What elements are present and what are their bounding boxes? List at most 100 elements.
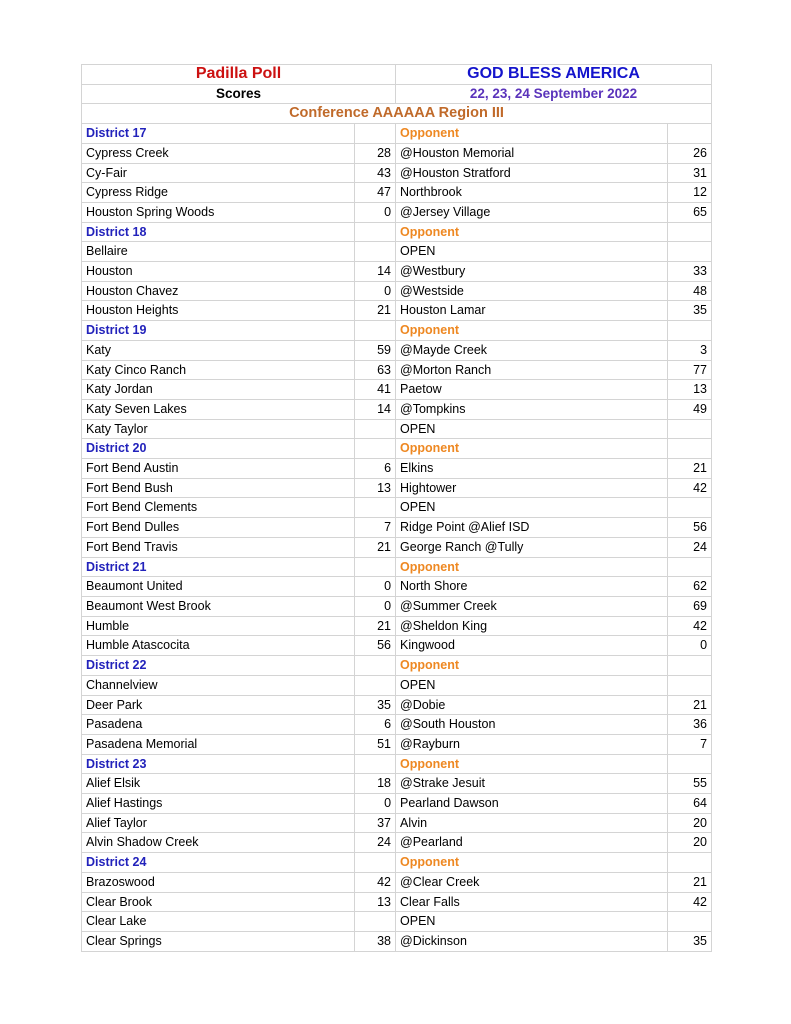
game-row: Clear Lake OPEN [81,911,713,932]
game-row: Deer Park 35 @Dobie 21 [81,694,713,716]
opponent-name: @Sheldon King [395,615,669,637]
team-score: 0 [353,793,397,814]
team-score: 0 [353,595,397,617]
district-name: District 18 [81,221,355,243]
team-score: 24 [353,832,397,854]
district-name: District 24 [81,852,355,873]
opponent-column-label: Opponent [395,852,669,873]
opponent-name: @Strake Jesuit [395,773,669,795]
district-spacer-cell [353,655,397,676]
opponent-score: 64 [667,793,713,814]
team-name: Houston [81,261,355,282]
game-row: Alief Hastings 0 Pearland Dawson 64 [81,793,713,814]
team-score [353,418,397,440]
game-row: Cy-Fair 43 @Houston Stratford 31 [81,162,713,184]
game-row: Fort Bend Dulles 7 Ridge Point @Alief ISD 5… [81,517,713,538]
team-score: 13 [353,477,397,499]
opponent-score: 20 [667,812,713,834]
conference-title: Conference AAAAAA Region III [80,103,713,125]
opponent-score: 3 [667,339,713,361]
district-spacer-cell [353,320,397,341]
team-score: 7 [353,517,397,538]
district-rows: District 17 Opponent Cypress Creek 28 @Houst… [81,123,713,952]
header-title-row: Padilla Poll GOD BLESS AMERICA [80,64,713,85]
opponent-name: @Dobie [395,694,669,716]
district-spacer-cell [667,438,713,460]
opponent-column-label: Opponent [395,123,669,144]
district-name: District 23 [81,753,355,775]
district-spacer-cell [667,123,713,144]
game-row: Bellaire OPEN [81,241,713,263]
team-score: 6 [353,714,397,735]
team-name: Cy-Fair [81,162,355,184]
scores-table-body: Padilla Poll GOD BLESS AMERICA Scores 22… [80,64,713,125]
opponent-score: 56 [667,517,713,538]
opponent-score: 35 [667,300,713,322]
team-name: Beaumont West Brook [81,595,355,617]
opponent-name: OPEN [395,911,669,932]
team-score: 21 [353,615,397,637]
team-score: 59 [353,339,397,361]
team-name: Katy Seven Lakes [81,398,355,420]
team-name: Katy [81,339,355,361]
opponent-column-label: Opponent [395,753,669,775]
opponent-score: 49 [667,398,713,420]
game-row: Fort Bend Austin 6 Elkins 21 [81,458,713,479]
team-name: Alief Hastings [81,793,355,814]
opponent-score [667,497,713,519]
opponent-column-label: Opponent [395,655,669,676]
team-score: 14 [353,261,397,282]
game-row: Humble 21 @Sheldon King 42 [81,615,713,637]
opponent-score: 69 [667,595,713,617]
header-subtitle-row: Scores 22, 23, 24 September 2022 [80,83,713,105]
opponent-score: 21 [667,458,713,479]
team-score: 35 [353,694,397,716]
opponent-name: @Dickinson [395,930,669,952]
game-row: Fort Bend Clements OPEN [81,497,713,519]
district-spacer-cell [667,221,713,243]
opponent-name: @Mayde Creek [395,339,669,361]
game-row: Clear Brook 13 Clear Falls 42 [81,891,713,913]
district-spacer-cell [667,753,713,775]
opponent-score: 20 [667,832,713,854]
opponent-name: @Tompkins [395,398,669,420]
district-header-row: District 17 Opponent [81,123,713,144]
district-spacer-cell [667,320,713,341]
opponent-score [667,241,713,263]
opponent-name: Kingwood [395,635,669,657]
team-name: Clear Springs [81,930,355,952]
game-row: Fort Bend Travis 21 George Ranch @Tully 24 [81,536,713,558]
team-score: 18 [353,773,397,795]
game-row: Alvin Shadow Creek 24 @Pearland 20 [81,832,713,854]
opponent-name: @Pearland [395,832,669,854]
game-row: Houston Heights 21 Houston Lamar 35 [81,300,713,322]
banner-title: GOD BLESS AMERICA [395,64,713,85]
opponent-name: Hightower [395,477,669,499]
opponent-column-label: Opponent [395,320,669,341]
team-score: 56 [353,635,397,657]
team-name: Clear Brook [81,891,355,913]
district-header-row: District 19 Opponent [81,320,713,341]
team-score: 37 [353,812,397,834]
team-name: Fort Bend Clements [81,497,355,519]
opponent-name: Elkins [395,458,669,479]
opponent-score: 62 [667,576,713,597]
game-row: Houston 14 @Westbury 33 [81,261,713,282]
opponent-column-label: Opponent [395,221,669,243]
district-spacer-cell [667,852,713,873]
team-name: Fort Bend Dulles [81,517,355,538]
team-name: Katy Cinco Ranch [81,359,355,381]
opponent-column-label: Opponent [395,438,669,460]
opponent-score: 21 [667,871,713,893]
game-row: Katy Jordan 41 Paetow 13 [81,379,713,400]
team-name: Beaumont United [81,576,355,597]
team-name: Humble [81,615,355,637]
district-spacer-cell [353,221,397,243]
team-score: 21 [353,536,397,558]
team-name: Houston Spring Woods [81,201,355,223]
team-name: Brazoswood [81,871,355,893]
district-spacer-cell [353,123,397,144]
district-header-row: District 23 Opponent [81,753,713,775]
game-row: Katy Seven Lakes 14 @Tompkins 49 [81,398,713,420]
scores-table: Padilla Poll GOD BLESS AMERICA Scores 22… [80,64,713,952]
